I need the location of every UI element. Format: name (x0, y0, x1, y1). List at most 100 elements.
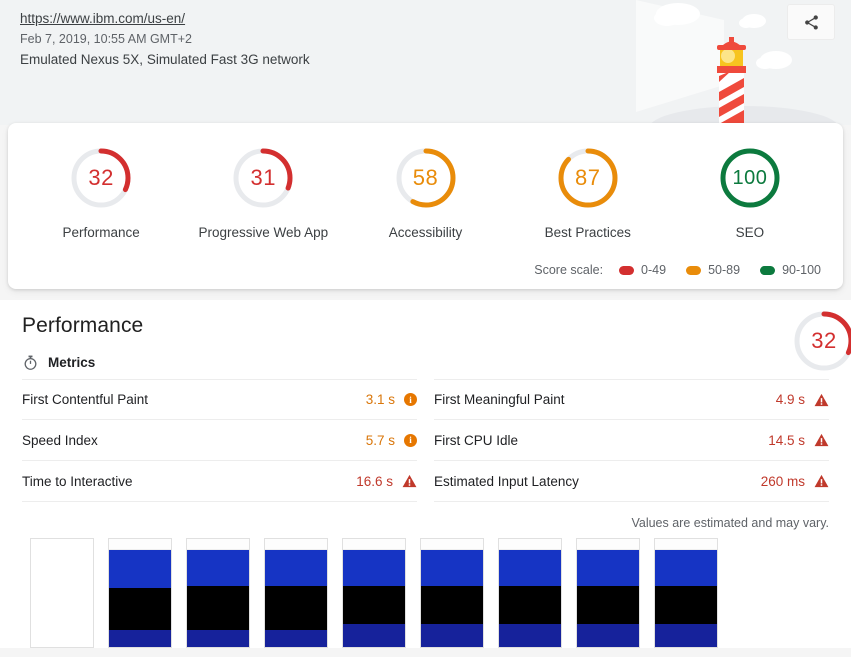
gauge-value: 32 (811, 328, 837, 353)
metrics-column-right: First Meaningful Paint 4.9 s First CPU I… (434, 379, 829, 502)
metric-name: Speed Index (22, 432, 98, 448)
scale-swatch-orange (686, 265, 702, 275)
score-gauge-progressive-web-app[interactable]: 31 Progressive Web App (182, 145, 344, 240)
gauge-label: Performance (62, 225, 140, 240)
scale-item-fail: 0-49 (619, 263, 666, 277)
score-gauge-accessibility[interactable]: 58 Accessibility (344, 145, 506, 240)
stopwatch-icon (24, 355, 37, 370)
thumb-topbar (109, 539, 171, 550)
metric-value: 3.1 s (365, 392, 395, 407)
page-title: Performance (22, 314, 144, 337)
performance-section: Performance Metrics 32 First Contentful … (0, 300, 851, 648)
metric-row[interactable]: Estimated Input Latency 260 ms (434, 461, 829, 502)
metrics-column-left: First Contentful Paint 3.1 s i Speed Ind… (22, 379, 417, 502)
lighthouse-report: https://www.ibm.com/us-en/ Feb 7, 2019, … (0, 0, 851, 657)
thumb-text-block (499, 586, 561, 624)
filmstrip-thumbnail (654, 538, 718, 648)
thumb-text-block (655, 586, 717, 624)
gauge-label: Progressive Web App (198, 225, 329, 240)
header-info: https://www.ibm.com/us-en/ Feb 7, 2019, … (20, 10, 831, 69)
report-environment: Emulated Nexus 5X, Simulated Fast 3G net… (20, 52, 310, 67)
metric-name: First Contentful Paint (22, 392, 149, 407)
filmstrip (0, 530, 851, 648)
score-gauge-best-practices[interactable]: 87 Best Practices (507, 145, 669, 240)
scale-swatch-green (760, 265, 776, 275)
thumb-hero (187, 550, 249, 586)
score-gauge-performance[interactable]: 32 Performance (20, 145, 182, 240)
thumb-topbar (499, 539, 561, 550)
filmstrip-thumbnail (576, 538, 640, 648)
thumb-hero (499, 550, 561, 586)
thumb-photo (421, 624, 483, 647)
metric-result: 4.9 s (776, 392, 829, 407)
filmstrip-thumbnail (186, 538, 250, 648)
score-gauges: 32 Performance 31 Progressive Web App 58… (8, 123, 843, 240)
scale-range: 90-100 (782, 263, 821, 277)
warning-icon (814, 433, 829, 447)
metric-name: First Meaningful Paint (434, 392, 565, 407)
gauge-ring: 58 (393, 145, 459, 211)
warning-icon (814, 393, 829, 406)
metric-row[interactable]: Time to Interactive 16.6 s (22, 461, 417, 502)
report-timestamp: Feb 7, 2019, 10:55 AM GMT+2 (20, 32, 192, 46)
metric-value: 14.5 s (768, 432, 805, 448)
scale-range: 50-89 (708, 263, 741, 277)
gauge-ring: 31 (230, 145, 296, 211)
scale-range: 0-49 (641, 263, 667, 277)
share-icon (804, 14, 818, 30)
thumb-text-block (577, 586, 639, 624)
metric-result: 260 ms (761, 474, 829, 489)
gauge-value: 32 (88, 165, 114, 190)
share-button[interactable] (787, 4, 835, 40)
thumb-hero (421, 550, 483, 586)
metrics-grid: First Contentful Paint 3.1 s i Speed Ind… (22, 379, 829, 502)
scores-card: 32 Performance 31 Progressive Web App 58… (8, 123, 843, 289)
scale-item-pass: 90-100 (760, 263, 821, 277)
thumb-topbar (265, 539, 327, 550)
thumb-topbar (655, 539, 717, 550)
metric-name: Estimated Input Latency (434, 473, 579, 489)
filmstrip-thumbnail (342, 538, 406, 648)
metric-row[interactable]: First Meaningful Paint 4.9 s (434, 379, 829, 420)
page-url-link[interactable]: https://www.ibm.com/us-en/ (20, 11, 185, 26)
thumb-text-block (109, 588, 171, 630)
report-header: https://www.ibm.com/us-en/ Feb 7, 2019, … (0, 0, 851, 125)
estimated-values-note: Values are estimated and may vary. (631, 516, 829, 530)
metric-row[interactable]: First CPU Idle 14.5 s (434, 420, 829, 461)
gauge-ring: 87 (555, 145, 621, 211)
metric-value: 4.9 s (775, 392, 805, 407)
thumb-photo (343, 624, 405, 647)
thumb-photo (655, 624, 717, 647)
gauge-ring: 32 (68, 145, 134, 211)
thumb-hero (577, 550, 639, 586)
thumb-topbar (577, 539, 639, 550)
metric-result: 3.1 s i (366, 392, 417, 407)
metric-row[interactable]: Speed Index 5.7 s i (22, 420, 417, 461)
thumb-hero (265, 550, 327, 586)
thumb-text-block (421, 586, 483, 624)
thumb-hero (343, 550, 405, 586)
gauge-value: 100 (732, 166, 768, 189)
score-scale-label: Score scale: (534, 263, 604, 277)
thumb-text-block (265, 586, 327, 630)
performance-inner: Performance Metrics 32 First Contentful … (0, 300, 851, 502)
performance-score-gauge[interactable]: 32 (791, 308, 851, 374)
thumb-hero (655, 550, 717, 586)
thumb-photo (577, 624, 639, 647)
thumb-topbar (343, 539, 405, 550)
gauge-value: 31 (250, 165, 277, 190)
gauge-ring: 100 (717, 145, 783, 211)
score-gauge-seo[interactable]: 100 SEO (669, 145, 831, 240)
gauge-label: Accessibility (388, 225, 463, 240)
filmstrip-thumbnail (420, 538, 484, 648)
metric-value: 260 ms (760, 473, 805, 489)
gauge-label: SEO (735, 225, 765, 240)
info-icon: i (404, 393, 417, 406)
metrics-label: Metrics (48, 355, 96, 370)
thumb-text-block (343, 586, 405, 624)
scale-item-average: 50-89 (686, 263, 740, 277)
metric-row[interactable]: First Contentful Paint 3.1 s i (22, 379, 417, 420)
metric-result: 14.5 s (768, 433, 829, 448)
thumb-hero (109, 550, 171, 588)
thumb-topbar (421, 539, 483, 550)
